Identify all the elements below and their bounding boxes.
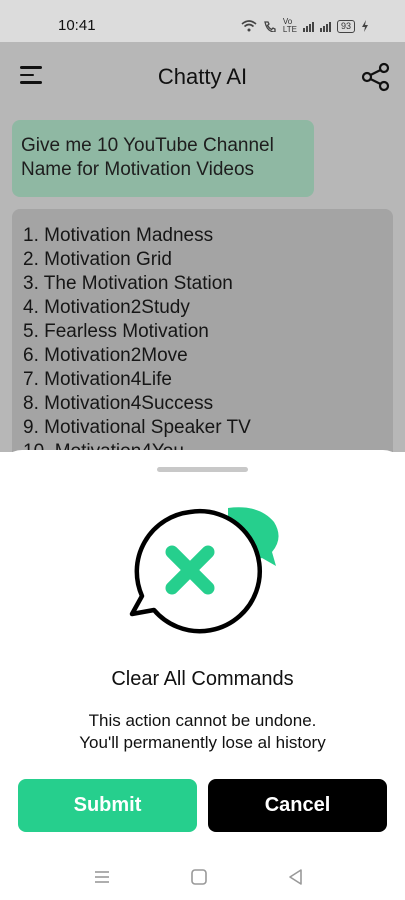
bot-response-line: 7. Motivation4Life xyxy=(23,369,172,390)
bot-response-line: 6. Motivation2Move xyxy=(23,345,188,366)
bot-response-line: 4. Motivation2Study xyxy=(23,297,190,318)
clear-commands-sheet: Clear All Commands This action cannot be… xyxy=(0,450,405,855)
back-icon[interactable] xyxy=(286,867,306,887)
dialog-title: Clear All Commands xyxy=(111,668,294,690)
status-bar: 10:41 Vo LTE 93 xyxy=(0,0,405,42)
bot-response-line: 2. Motivation Grid xyxy=(23,249,172,270)
bot-response-line: 9. Motivational Speaker TV xyxy=(23,417,251,438)
app-title: Chatty AI xyxy=(157,64,248,89)
battery-level: 93 xyxy=(336,19,355,33)
chat-area: Give me 10 YouTube Channel Name for Moti… xyxy=(0,112,405,452)
wifi-icon xyxy=(241,20,257,32)
app-bar: Chatty AI xyxy=(0,42,405,112)
user-message-bubble: Give me 10 YouTube Channel Name for Moti… xyxy=(12,120,314,197)
share-icon[interactable] xyxy=(361,62,391,92)
bot-response-line: 8. Motivation4Success xyxy=(23,393,214,414)
user-message-line: Give me 10 YouTube Channel xyxy=(21,135,274,156)
signal-icon xyxy=(319,21,331,32)
cancel-button[interactable]: Cancel xyxy=(208,779,387,832)
signal-icon xyxy=(302,21,314,32)
submit-button[interactable]: Submit xyxy=(18,779,197,832)
bot-response-bubble: 1. Motivation Madness 2. Motivation Grid… xyxy=(12,209,393,452)
system-nav-bar xyxy=(0,855,405,900)
bot-response-line: 5. Fearless Motivation xyxy=(23,321,209,342)
dialog-message-line: This action cannot be undone. xyxy=(88,711,317,730)
recents-icon[interactable] xyxy=(92,867,112,887)
dialog-message: This action cannot be undone. You'll per… xyxy=(0,710,405,754)
user-message-line: Name for Motivation Videos xyxy=(21,159,255,180)
dialog-message-line: You'll permanently lose al history xyxy=(79,733,326,752)
sheet-drag-handle[interactable] xyxy=(157,467,248,472)
status-icons: Vo LTE 93 xyxy=(241,18,369,34)
bot-response-line: 1. Motivation Madness xyxy=(23,225,214,246)
clear-chat-icon xyxy=(129,507,279,634)
volte-icon: Vo LTE xyxy=(282,17,297,34)
status-time: 10:41 xyxy=(58,17,96,34)
bot-response-line: 3. The Motivation Station xyxy=(23,273,233,294)
charging-icon xyxy=(362,20,368,32)
call-icon xyxy=(264,21,276,32)
home-icon[interactable] xyxy=(189,867,209,887)
